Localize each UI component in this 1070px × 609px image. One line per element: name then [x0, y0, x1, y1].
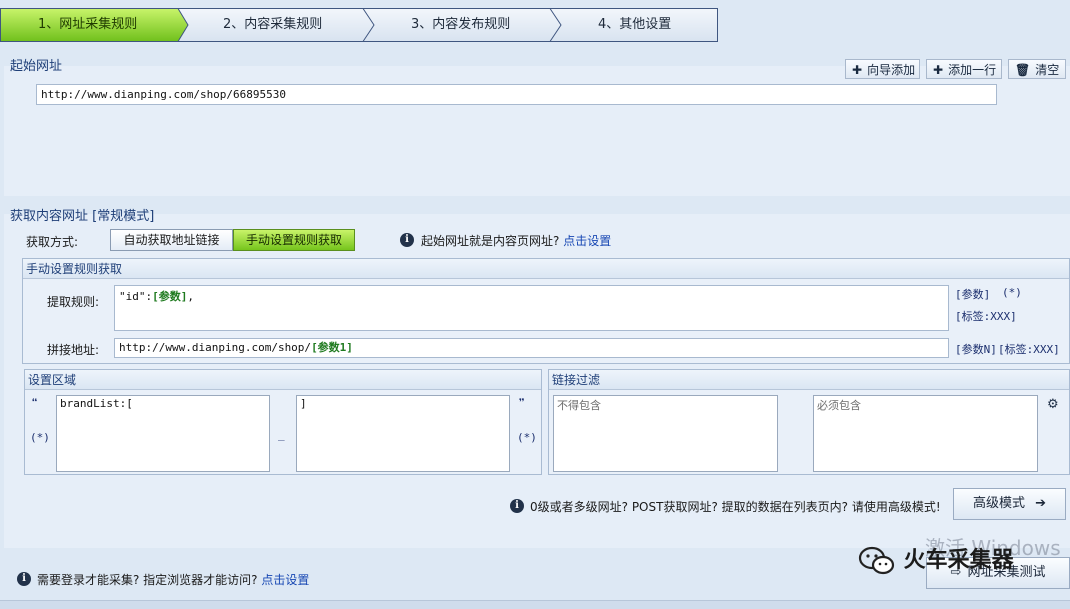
clear-label: 清空 [1035, 63, 1060, 77]
add-row-button[interactable]: ✚ 添加一行 [926, 59, 1002, 79]
start-url-item[interactable]: http://www.dianping.com/shop/66895530 [41, 88, 286, 101]
start-url-title: 起始网址 [10, 59, 63, 74]
tab-other-settings[interactable]: 4、其他设置 [598, 8, 671, 42]
trash-icon: 🗑 [1015, 63, 1031, 77]
clear-button[interactable]: 🗑 清空 [1008, 59, 1066, 79]
login-hint-text: 需要登录才能采集? 指定浏览器才能访问? [37, 573, 258, 587]
join-url-param: [参数1] [311, 341, 353, 354]
method-label: 获取方式: [26, 235, 79, 249]
extract-rule-param: [参数] [152, 290, 188, 303]
tab-url-rules[interactable]: 1、网址采集规则 [38, 8, 137, 42]
region-group-title: 设置区域 [25, 370, 541, 390]
region-separator: _ [278, 428, 285, 441]
manual-rule-toggle[interactable]: 手动设置规则获取 [233, 229, 355, 251]
advanced-mode-label: 高级模式 [972, 496, 1025, 511]
hint-text: 起始网址就是内容页网址? [421, 234, 560, 248]
wizard-steps: 1、网址采集规则 2、内容采集规则 3、内容发布规则 4、其他设置 [0, 8, 718, 42]
open-quote-icon: ❝ [31, 396, 39, 410]
label-tag-link[interactable]: [标签:XXX] [955, 308, 1017, 324]
plus-icon: ✚ [933, 63, 944, 77]
label-tag-link[interactable]: [标签:XXX] [998, 341, 1060, 357]
wizard-add-button[interactable]: ✚ 向导添加 [845, 59, 920, 79]
extract-rule-suffix: , [187, 290, 194, 303]
join-url-prefix: http://www.dianping.com/shop/ [119, 341, 312, 354]
wildcard-right[interactable]: (*) [517, 431, 537, 444]
link-filter-group-title: 链接过滤 [549, 370, 1069, 390]
brand-overlay: 火车采集器 [858, 545, 1014, 577]
region-end-input[interactable]: ] [296, 395, 510, 472]
wildcard-tag-link[interactable]: (*) [1002, 286, 1022, 299]
login-hint: 需要登录才能采集? 指定浏览器才能访问? 点击设置 [37, 571, 309, 588]
wechat-icon [858, 546, 895, 575]
info-icon: i [17, 572, 31, 586]
wildcard-left[interactable]: (*) [30, 431, 50, 444]
gear-icon[interactable]: ⚙ [1047, 397, 1059, 412]
manual-rule-group-title: 手动设置规则获取 [23, 259, 1069, 279]
extract-rule-input[interactable]: "id":[参数], [114, 285, 949, 331]
join-url-input[interactable]: http://www.dianping.com/shop/[参数1] [114, 338, 949, 358]
extract-rule-prefix: "id": [119, 290, 153, 303]
arrow-right-icon: ➔ [1035, 496, 1047, 511]
hint-set-link[interactable]: 点击设置 [563, 234, 611, 248]
add-row-label: 添加一行 [948, 63, 997, 77]
extract-rule-label: 提取规则: [47, 295, 100, 309]
exclude-filter-input[interactable]: 不得包含 [553, 395, 778, 472]
paramN-tag-link[interactable]: [参数N] [955, 341, 997, 357]
region-start-input[interactable]: brandList:[ [56, 395, 270, 472]
wizard-add-label: 向导添加 [867, 63, 916, 77]
join-url-label: 拼接地址: [47, 343, 100, 357]
tab-content-rules[interactable]: 2、内容采集规则 [223, 8, 322, 42]
auto-link-toggle[interactable]: 自动获取地址链接 [110, 229, 233, 251]
brand-name: 火车采集器 [903, 548, 1014, 573]
content-url-title: 获取内容网址 [常规模式] [10, 209, 155, 224]
param-tag-link[interactable]: [参数] [955, 286, 990, 302]
tab-publish-rules[interactable]: 3、内容发布规则 [411, 8, 510, 42]
info-icon: i [510, 499, 524, 513]
start-url-list[interactable]: http://www.dianping.com/shop/66895530 [36, 84, 997, 105]
login-set-link[interactable]: 点击设置 [261, 573, 309, 587]
start-is-content-hint: 起始网址就是内容页网址? 点击设置 [421, 232, 611, 249]
include-filter-input[interactable]: 必须包含 [813, 395, 1038, 472]
advanced-mode-button[interactable]: 高级模式 ➔ [953, 488, 1066, 520]
advanced-mode-hint: 0级或者多级网址? POST获取网址? 提取的数据在列表页内? 请使用高级模式! [530, 500, 941, 514]
info-icon: i [400, 233, 414, 247]
plus-icon: ✚ [852, 63, 863, 77]
close-quote-icon: ❞ [518, 396, 526, 410]
